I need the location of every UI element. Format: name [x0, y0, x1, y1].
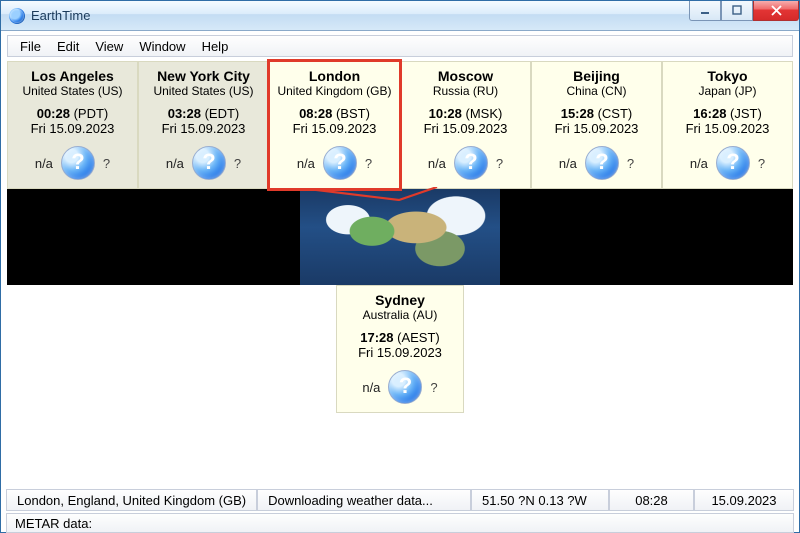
country-name: Russia (RU)	[403, 84, 528, 98]
weather-q: ?	[365, 156, 372, 171]
question-icon: ?	[323, 146, 357, 180]
question-icon: ?	[61, 146, 95, 180]
question-icon: ?	[585, 146, 619, 180]
country-name: Australia (AU)	[339, 308, 461, 322]
weather-q: ?	[103, 156, 110, 171]
clock-date: Fri 15.09.2023	[141, 121, 266, 136]
status-date: 15.09.2023	[694, 489, 794, 511]
city-name: London	[272, 68, 397, 84]
weather-row: n/a??	[272, 146, 397, 180]
question-icon: ?	[192, 146, 226, 180]
city-name: Tokyo	[665, 68, 790, 84]
weather-na: n/a	[428, 156, 446, 171]
app-icon	[9, 8, 25, 24]
world-map-image	[300, 189, 500, 285]
question-icon: ?	[388, 370, 422, 404]
clock-date: Fri 15.09.2023	[10, 121, 135, 136]
weather-q: ?	[627, 156, 634, 171]
weather-q: ?	[758, 156, 765, 171]
weather-na: n/a	[559, 156, 577, 171]
clock-time: 03:28 (EDT)	[141, 106, 266, 121]
weather-row: n/a??	[10, 146, 135, 180]
clock-card-beijing[interactable]: BeijingChina (CN) 15:28 (CST)Fri 15.09.20…	[531, 61, 662, 189]
close-icon	[770, 5, 783, 16]
world-map[interactable]	[7, 189, 793, 285]
status-bar: London, England, United Kingdom (GB) Dow…	[6, 489, 794, 511]
clock-card-sydney[interactable]: SydneyAustralia (AU) 17:28 (AEST)Fri 15.0…	[336, 285, 464, 413]
status-time: 08:28	[609, 489, 694, 511]
maximize-icon	[732, 5, 743, 16]
window-title: EarthTime	[31, 8, 90, 23]
clock-time: 10:28 (MSK)	[403, 106, 528, 121]
city-name: New York City	[141, 68, 266, 84]
clock-date: Fri 15.09.2023	[272, 121, 397, 136]
clock-time: 15:28 (CST)	[534, 106, 659, 121]
clock-date: Fri 15.09.2023	[534, 121, 659, 136]
clock-card-london[interactable]: LondonUnited Kingdom (GB) 08:28 (BST)Fri …	[269, 61, 400, 189]
weather-na: n/a	[166, 156, 184, 171]
clock-time: 17:28 (AEST)	[339, 330, 461, 345]
menu-edit[interactable]: Edit	[49, 37, 87, 56]
country-name: China (CN)	[534, 84, 659, 98]
clock-card-los-angeles[interactable]: Los AngelesUnited States (US) 00:28 (PDT)…	[7, 61, 138, 189]
weather-q: ?	[496, 156, 503, 171]
weather-q: ?	[430, 380, 437, 395]
menu-help[interactable]: Help	[194, 37, 237, 56]
country-name: United States (US)	[10, 84, 135, 98]
metar-label: METAR data:	[15, 516, 92, 531]
clock-row-top: Los AngelesUnited States (US)00:28 (PDT)…	[7, 61, 793, 189]
minimize-button[interactable]	[689, 1, 721, 21]
weather-row: n/a??	[534, 146, 659, 180]
maximize-button[interactable]	[721, 1, 753, 21]
clock-date: Fri 15.09.2023	[403, 121, 528, 136]
weather-row: n/a??	[665, 146, 790, 180]
clock-date: Fri 15.09.2023	[339, 345, 461, 360]
city-name: Moscow	[403, 68, 528, 84]
clock-time: 08:28 (BST)	[272, 106, 397, 121]
city-name: Sydney	[339, 292, 461, 308]
clock-row-bottom: SydneyAustralia (AU) 17:28 (AEST)Fri 15.0…	[7, 285, 793, 413]
weather-na: n/a	[362, 380, 380, 395]
status-download: Downloading weather data...	[257, 489, 471, 511]
weather-q: ?	[234, 156, 241, 171]
content-area: Los AngelesUnited States (US)00:28 (PDT)…	[1, 61, 799, 413]
status-location: London, England, United Kingdom (GB)	[6, 489, 257, 511]
menubar: File Edit View Window Help	[7, 35, 793, 57]
clock-card-tokyo[interactable]: TokyoJapan (JP) 16:28 (JST)Fri 15.09.2023…	[662, 61, 793, 189]
question-icon: ?	[454, 146, 488, 180]
status-coordinates: 51.50 ?N 0.13 ?W	[471, 489, 609, 511]
menu-file[interactable]: File	[12, 37, 49, 56]
question-icon: ?	[716, 146, 750, 180]
city-name: Beijing	[534, 68, 659, 84]
metar-bar: METAR data:	[6, 513, 794, 533]
clock-time: 16:28 (JST)	[665, 106, 790, 121]
window-buttons	[689, 1, 799, 21]
country-name: Japan (JP)	[665, 84, 790, 98]
country-name: United Kingdom (GB)	[272, 84, 397, 98]
weather-row: n/a??	[403, 146, 528, 180]
clock-card-new-york-city[interactable]: New York CityUnited States (US) 03:28 (ED…	[138, 61, 269, 189]
weather-row: n/a??	[141, 146, 266, 180]
weather-na: n/a	[690, 156, 708, 171]
minimize-icon	[700, 5, 711, 16]
close-button[interactable]	[753, 1, 799, 21]
city-name: Los Angeles	[10, 68, 135, 84]
menu-window[interactable]: Window	[131, 37, 193, 56]
titlebar: EarthTime	[1, 1, 799, 31]
weather-na: n/a	[297, 156, 315, 171]
weather-na: n/a	[35, 156, 53, 171]
menu-view[interactable]: View	[87, 37, 131, 56]
weather-row: n/a??	[339, 370, 461, 404]
clock-date: Fri 15.09.2023	[665, 121, 790, 136]
country-name: United States (US)	[141, 84, 266, 98]
clock-time: 00:28 (PDT)	[10, 106, 135, 121]
clock-card-moscow[interactable]: MoscowRussia (RU) 10:28 (MSK)Fri 15.09.20…	[400, 61, 531, 189]
